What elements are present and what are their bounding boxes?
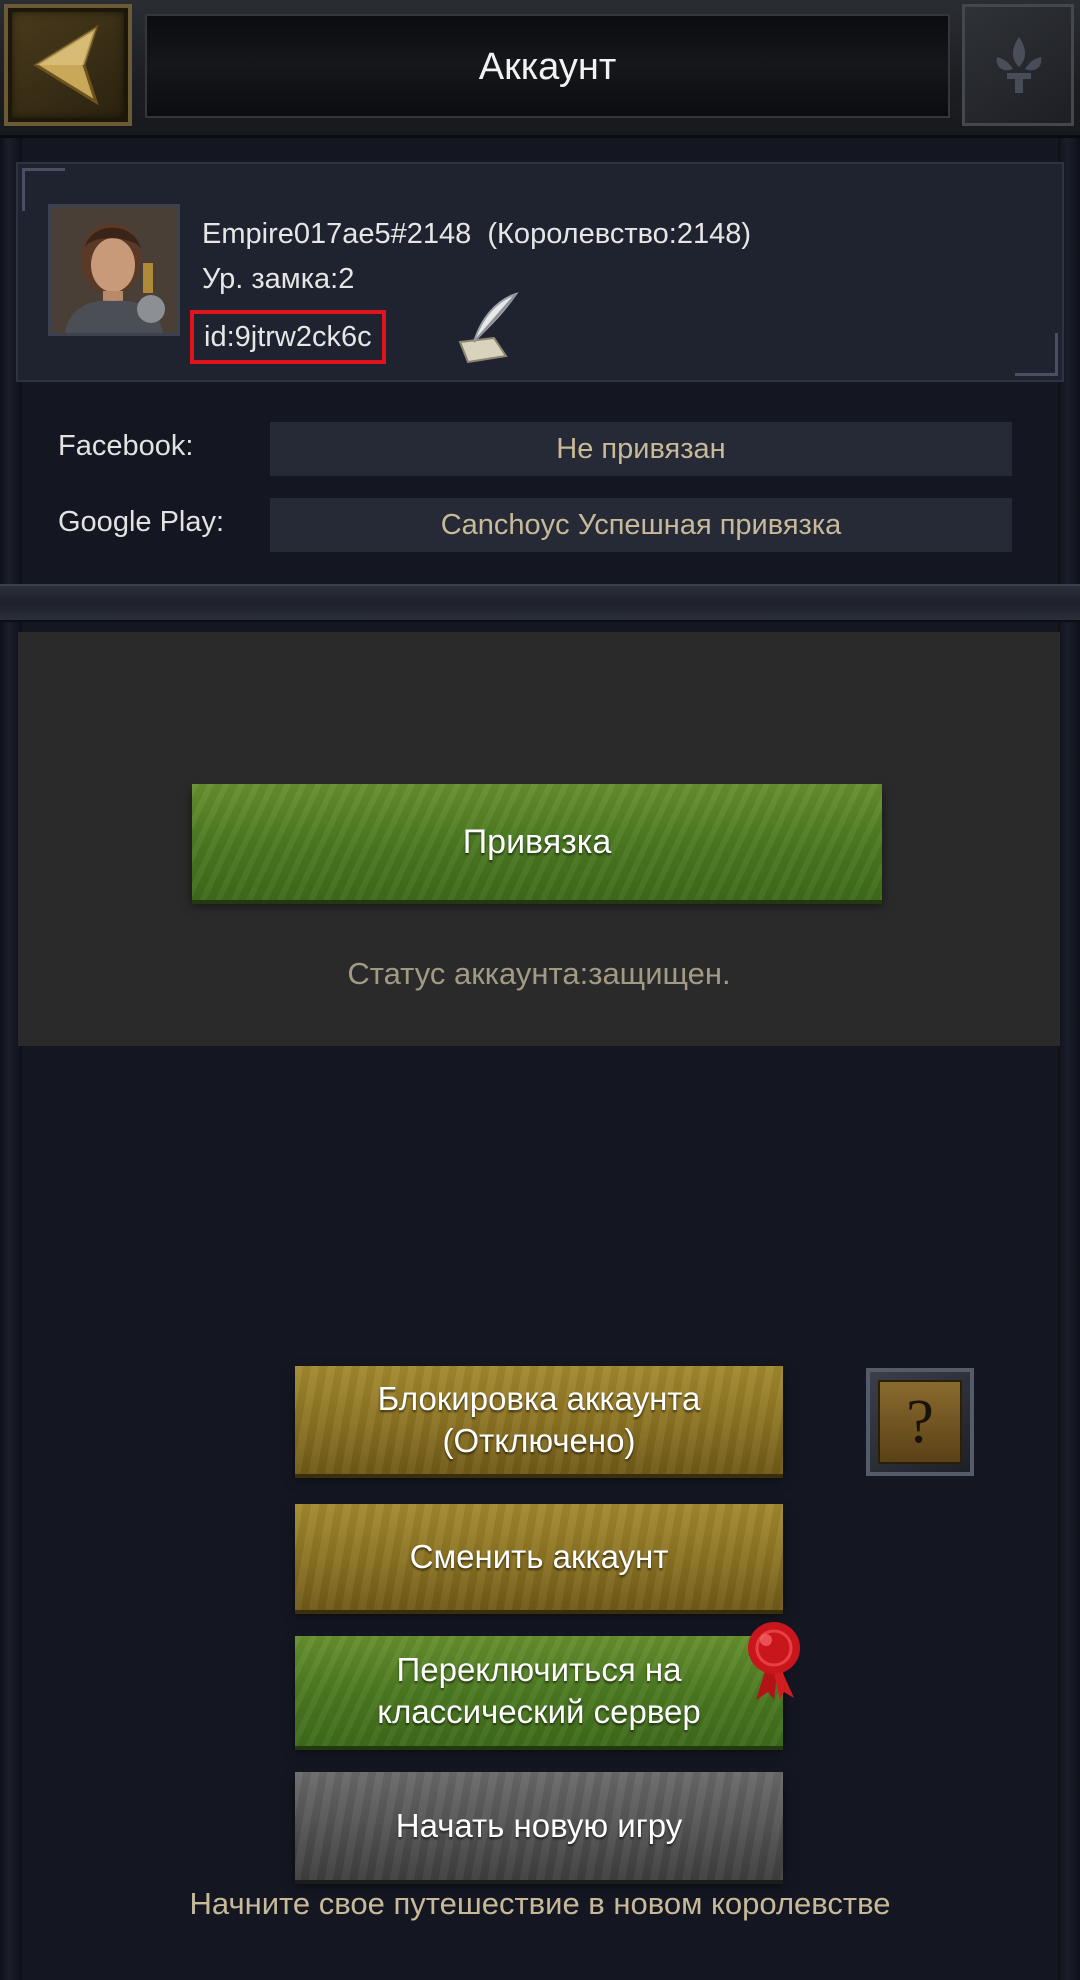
decor-button [962, 4, 1074, 126]
classic-server-label: Переключиться на классический сервер [377, 1649, 700, 1733]
castle-level: Ур. замка:2 [202, 263, 355, 295]
switch-account-button[interactable]: Сменить аккаунт [295, 1504, 783, 1610]
account-status: Статус аккаунта:защищен. [347, 956, 731, 991]
help-button[interactable]: ? [866, 1368, 974, 1476]
new-game-hint: Начните свое путешествие в новом королев… [189, 1886, 891, 1921]
left-frame [0, 135, 22, 1980]
quill-icon[interactable] [454, 290, 524, 366]
facebook-status: Не привязан [270, 422, 1012, 476]
google-play-label: Google Play: [58, 506, 225, 538]
avatar[interactable] [48, 204, 180, 336]
question-icon: ? [878, 1380, 962, 1464]
bind-button[interactable]: Привязка [192, 784, 882, 900]
classic-server-line2: классический сервер [377, 1693, 701, 1730]
profile-name: Empire017ae5#2148 (Королевство:2148) [202, 218, 752, 250]
account-lock-line1: Блокировка аккаунта [377, 1380, 701, 1417]
section-divider [0, 584, 1080, 622]
header-bar: Аккаунт [0, 0, 1080, 138]
account-lock-line2: (Отключено) [442, 1422, 636, 1459]
classic-server-button[interactable]: Переключиться на классический сервер [295, 1636, 783, 1746]
account-lock-button[interactable]: Блокировка аккаунта (Отключено) [295, 1366, 783, 1474]
facebook-label: Facebook: [58, 430, 194, 462]
profile-panel: Empire017ae5#2148 (Королевство:2148) Ур.… [16, 162, 1064, 382]
back-button[interactable] [4, 4, 132, 126]
account-lock-label: Блокировка аккаунта (Отключено) [378, 1378, 701, 1462]
google-play-status: Canchoyc Успешная привязка [270, 498, 1012, 552]
portrait-image [51, 207, 177, 333]
page-title: Аккаунт [478, 46, 617, 88]
title-bar: Аккаунт [145, 14, 950, 118]
classic-server-line1: Переключиться на [396, 1651, 682, 1688]
new-game-button[interactable]: Начать новую игру [295, 1772, 783, 1880]
chevron-left-icon [33, 24, 99, 106]
account-id: id:9jtrw2ck6c [190, 310, 386, 364]
bind-section: Привязка Статус аккаунта:защищен. [18, 632, 1060, 1046]
fleur-de-lis-icon [996, 37, 1042, 93]
right-frame [1058, 135, 1080, 1980]
wax-seal-icon [748, 1622, 800, 1700]
